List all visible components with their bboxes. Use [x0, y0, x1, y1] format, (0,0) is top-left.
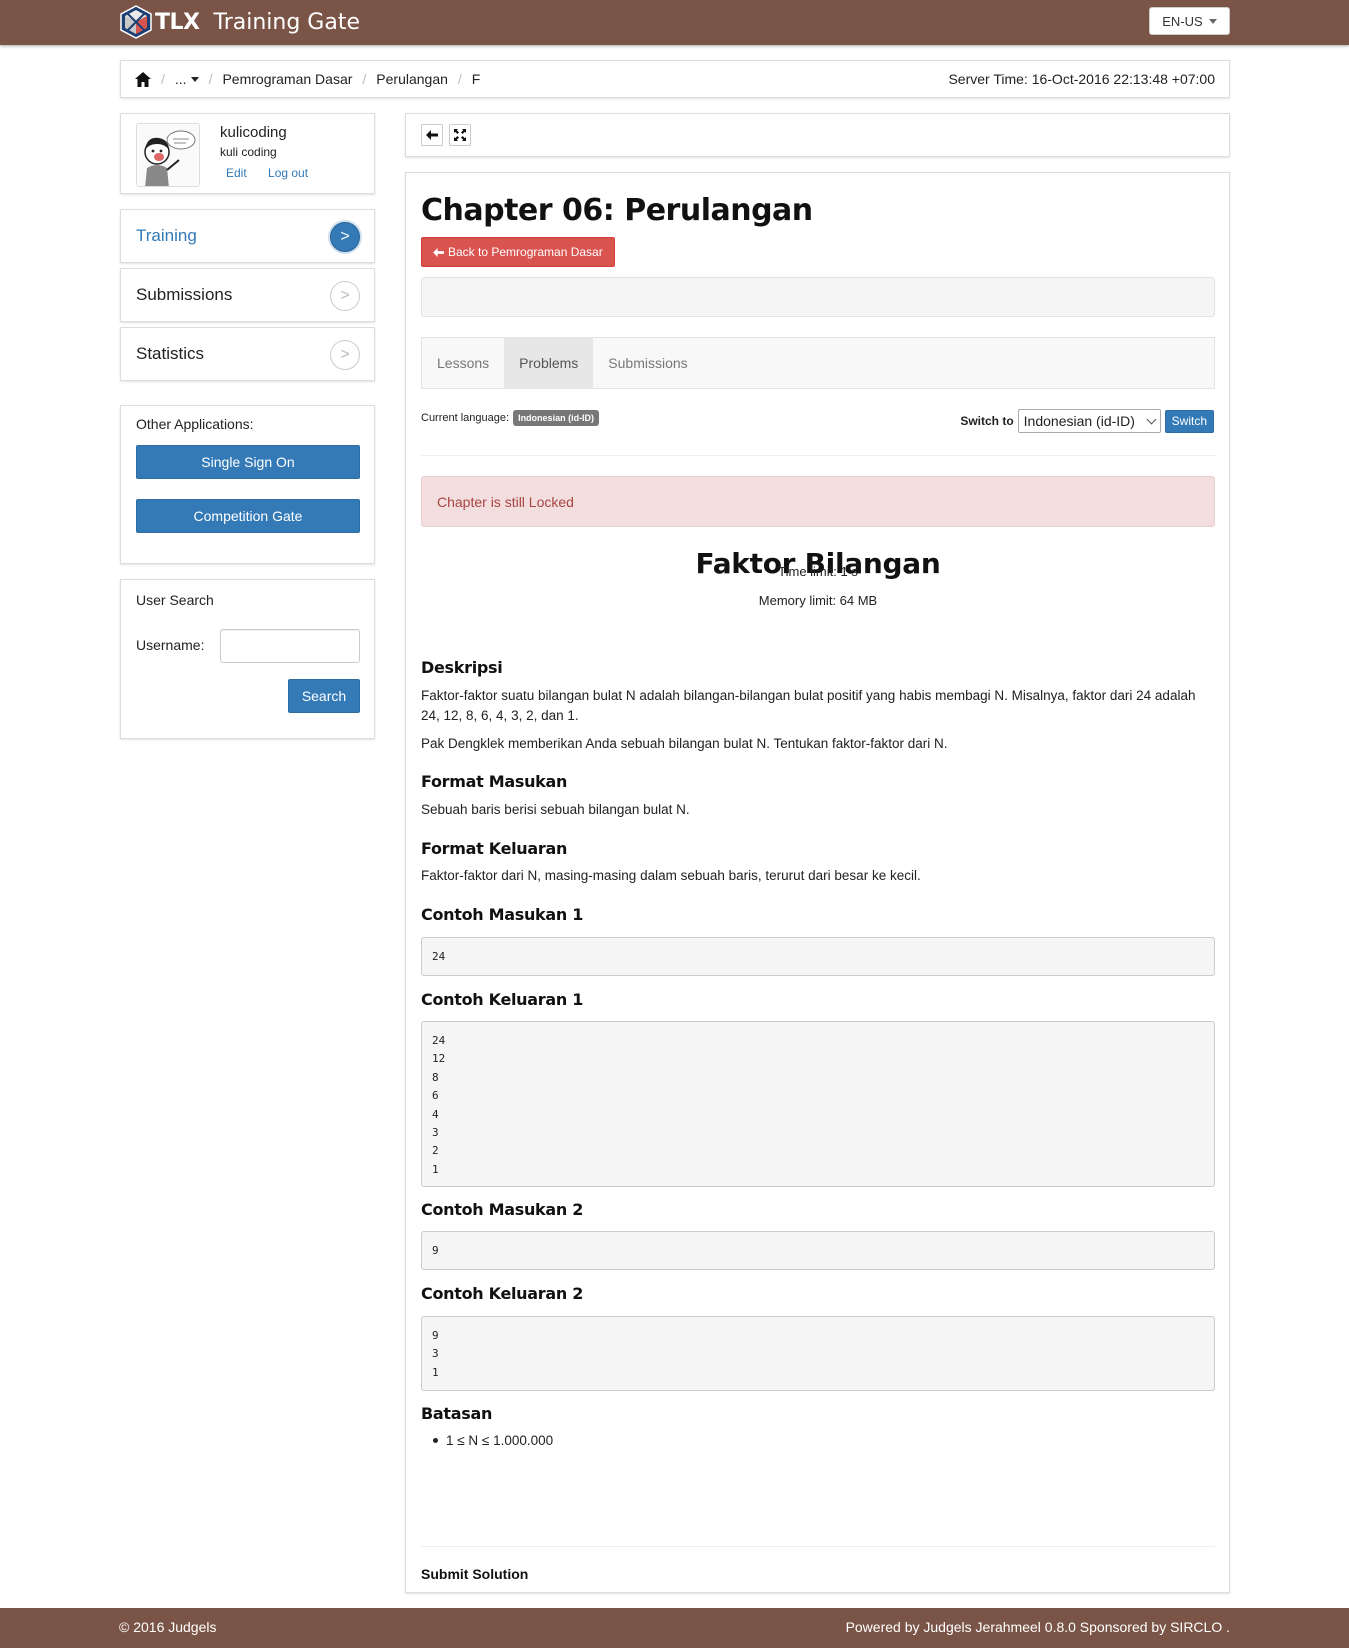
sidebar-item-statistics[interactable]: Statistics > [120, 327, 375, 381]
chapter-title: Chapter 06: Perulangan [421, 193, 813, 228]
avatar-image [137, 124, 199, 186]
breadcrumb-separator: / [362, 71, 367, 87]
arrow-left-icon [426, 130, 438, 140]
time-limit: Time limit: 1 s [778, 564, 858, 579]
contoh-keluaran-1-heading: Contoh Keluaran 1 [421, 990, 584, 1009]
tab-problems[interactable]: Problems [504, 338, 594, 388]
sample-output-1: 24 12 8 6 4 3 2 1 [421, 1021, 1215, 1187]
user-search-title: User Search [136, 592, 214, 608]
locked-alert: Chapter is still Locked [421, 476, 1215, 527]
contoh-masukan-2-heading: Contoh Masukan 2 [421, 1200, 584, 1219]
tab-submissions[interactable]: Submissions [593, 338, 702, 388]
tab-lessons[interactable]: Lessons [422, 338, 504, 388]
fullscreen-icon [454, 129, 466, 141]
sample-input-1: 24 [421, 937, 1215, 976]
breadcrumb-chapter[interactable]: Perulangan [376, 71, 448, 87]
deskripsi-paragraph-2: Pak Dengklek memberikan Anda sebuah bila… [421, 736, 948, 751]
contoh-keluaran-2-heading: Contoh Keluaran 2 [421, 1284, 584, 1303]
sidebar-item-label: Submissions [136, 285, 233, 304]
footer: © 2016 Judgels Powered by Judgels Jerahm… [0, 1608, 1349, 1648]
home-icon[interactable] [135, 71, 151, 87]
language-dropdown-label: EN-US [1162, 13, 1203, 29]
deskripsi-paragraph-1: Faktor-faktor suatu bilangan bulat N ada… [421, 688, 1196, 723]
breadcrumb-course[interactable]: Pemrograman Dasar [222, 71, 352, 87]
switch-to-label: Switch to [960, 414, 1014, 428]
sidebar-item-training[interactable]: Training > [120, 209, 375, 263]
chevron-down-icon [1146, 414, 1157, 424]
other-applications-panel: Other Applications: Single Sign On Compe… [120, 405, 375, 564]
chevron-right-icon: > [330, 340, 360, 370]
current-language-label: Current language: [421, 412, 510, 424]
content-toolbar [405, 113, 1230, 157]
memory-limit: Memory limit: 64 MB [758, 593, 878, 608]
username-label: Username: [136, 637, 205, 653]
current-language: Current language: Indonesian (id-ID) [421, 410, 600, 426]
competition-gate-button[interactable]: Competition Gate [136, 499, 360, 533]
sidebar-item-label: Statistics [136, 344, 205, 363]
arrow-left-icon [433, 247, 444, 257]
footer-powered-by[interactable]: Powered by Judgels Jerahmeel 0.8.0 Spons… [846, 1619, 1230, 1635]
brand-short: TLX [155, 9, 200, 35]
breadcrumb-problem: F [471, 71, 481, 87]
language-switcher: Switch to Indonesian (id-ID) Switch [960, 409, 1214, 433]
main-content: Chapter 06: Perulangan Back to Pemrogram… [405, 172, 1230, 1593]
sample-output-2: 9 3 1 [421, 1316, 1215, 1391]
breadcrumb: / ... / Pemrograman Dasar / Perulangan /… [120, 60, 1230, 98]
format-keluaran-heading: Format Keluaran [421, 839, 568, 858]
language-select[interactable]: Indonesian (id-ID) [1017, 409, 1161, 433]
fullscreen-button[interactable] [449, 124, 471, 146]
batasan-item: 1 ≤ N ≤ 1.000.000 [433, 1433, 553, 1448]
chapter-tabs: Lessons Problems Submissions [421, 337, 1215, 389]
tlx-logo-icon [120, 5, 152, 39]
profile-links: Edit Log out [226, 166, 326, 180]
server-time: Server Time: 16-Oct-2016 22:13:48 +07:00 [948, 71, 1215, 87]
format-masukan-text: Sebuah baris berisi sebuah bilangan bula… [421, 802, 690, 817]
caret-down-icon [190, 76, 199, 82]
divider [421, 455, 1215, 456]
format-keluaran-text: Faktor-faktor dari N, masing-masing dala… [421, 868, 921, 883]
caret-down-icon [1208, 18, 1217, 24]
breadcrumb-more-dropdown[interactable]: ... [175, 71, 199, 87]
sample-input-2: 9 [421, 1231, 1215, 1270]
brand-name: Training Gate [213, 9, 361, 35]
search-button[interactable]: Search [288, 679, 360, 713]
user-search-panel: User Search Username: Search [120, 579, 375, 739]
footer-copyright: © 2016 Judgels [119, 1619, 217, 1635]
back-button[interactable] [421, 124, 443, 146]
logout-link[interactable]: Log out [268, 166, 308, 180]
profile-fullname: kuli coding [220, 145, 277, 159]
brand[interactable]: TLX Training Gate [119, 4, 360, 40]
top-navbar: TLX Training Gate EN-US [0, 0, 1349, 45]
switch-language-button[interactable]: Switch [1164, 409, 1214, 433]
single-sign-on-button[interactable]: Single Sign On [136, 445, 360, 479]
profile-panel: kulicoding kuli coding Edit Log out [120, 113, 375, 194]
back-to-course-button[interactable]: Back to Pemrograman Dasar [421, 237, 615, 267]
edit-profile-link[interactable]: Edit [226, 166, 247, 180]
batasan-item-text: 1 ≤ N ≤ 1.000.000 [446, 1433, 554, 1448]
deskripsi-heading: Deskripsi [421, 658, 503, 677]
submit-solution-heading: Submit Solution [421, 1566, 529, 1582]
divider [421, 1546, 1215, 1547]
batasan-heading: Batasan [421, 1404, 493, 1423]
username-input[interactable] [220, 629, 360, 663]
sidebar-item-submissions[interactable]: Submissions > [120, 268, 375, 322]
bullet-icon [433, 1438, 438, 1443]
format-masukan-heading: Format Masukan [421, 772, 568, 791]
breadcrumb-separator: / [208, 71, 213, 87]
profile-username: kulicoding [220, 124, 287, 141]
other-applications-title: Other Applications: [136, 416, 254, 432]
contoh-masukan-1-heading: Contoh Masukan 1 [421, 905, 584, 924]
chevron-right-icon: > [330, 281, 360, 311]
avatar [136, 123, 200, 187]
back-to-course-label: Back to Pemrograman Dasar [448, 245, 603, 259]
current-language-badge: Indonesian (id-ID) [513, 410, 600, 426]
breadcrumb-separator: / [457, 71, 462, 87]
language-select-value: Indonesian (id-ID) [1023, 413, 1135, 429]
chapter-description-box [421, 277, 1215, 317]
breadcrumb-separator: / [161, 71, 165, 87]
language-dropdown[interactable]: EN-US [1149, 7, 1230, 35]
sidebar-item-label: Training [136, 226, 197, 245]
breadcrumb-more-label: ... [174, 71, 187, 87]
chevron-right-icon: > [330, 222, 360, 252]
